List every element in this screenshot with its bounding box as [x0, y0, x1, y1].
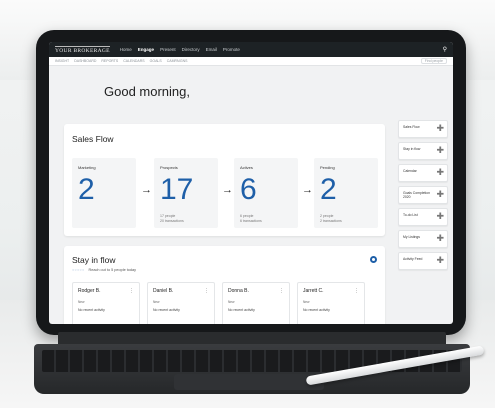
stage-pending[interactable]: Pending 2 2 people 2 transactions [314, 158, 378, 228]
subnav-reports[interactable]: Reports [101, 59, 118, 63]
reach-out-text: Reach out to 5 people today [88, 268, 137, 272]
plus-icon[interactable]: ✚ [436, 256, 444, 265]
contact-activity: No recent activity [303, 308, 330, 312]
widget-label: My Listings [403, 235, 420, 239]
stage-label: Actives [240, 165, 253, 170]
stage-marketing[interactable]: Marketing 2 [72, 158, 136, 228]
nav-home[interactable]: Home [120, 47, 132, 52]
contact-name: Rodger B. [78, 288, 101, 294]
contact-name: Daniel B. [153, 288, 174, 294]
widget-label: Calendar [403, 169, 417, 173]
stage-count: 6 [240, 173, 257, 206]
arrow-right-icon: → [302, 184, 313, 196]
nav-engage[interactable]: Engage [138, 47, 154, 52]
widget-label: Sales Flow [403, 125, 420, 129]
stage-people: 6 people [240, 214, 254, 218]
keyboard [34, 344, 470, 394]
contact-status: New [228, 300, 235, 304]
stage-count: 17 [160, 173, 194, 206]
contact-name: Jarrett C. [303, 288, 324, 294]
sales-flow-card: Sales Flow Marketing 2 → Prospects 17 17… [64, 124, 385, 236]
plus-icon[interactable]: ✚ [436, 146, 444, 155]
contact-card[interactable]: Rodger B. ⋮ New No recent activity [72, 282, 140, 324]
widget-goals-completion[interactable]: Goals Completion 2020 ✚ [398, 186, 448, 204]
stage-label: Marketing [78, 165, 96, 170]
subnav-insight[interactable]: Insight [55, 59, 69, 63]
contact-card[interactable]: Donna B. ⋮ New No recent activity [222, 282, 290, 324]
sales-flow-title: Sales Flow [72, 134, 114, 144]
stay-in-flow-subtitle: ○○○○○ Reach out to 5 people today [72, 268, 136, 272]
stay-in-flow-card: Stay in flow ○○○○○ Reach out to 5 people… [64, 246, 385, 324]
tablet-device: YOUR BROKERAGE Home Engage Present Direc… [36, 30, 466, 335]
brand-logo: YOUR BROKERAGE [55, 45, 110, 54]
contact-card[interactable]: Jarrett C. ⋮ New No recent activity [297, 282, 365, 324]
contact-activity: No recent activity [153, 308, 180, 312]
contact-status: New [78, 300, 85, 304]
stage-label: Prospects [160, 165, 178, 170]
widget-label: Goals Completion 2020 [403, 191, 430, 200]
contact-activity: No recent activity [78, 308, 105, 312]
progress-dots: ○○○○○ [72, 268, 85, 272]
gear-icon[interactable] [370, 256, 377, 263]
widget-label: Stay in flow [403, 147, 421, 151]
stage-count: 2 [78, 173, 95, 206]
widget-label: Activity Feed [403, 257, 423, 261]
find-people-search[interactable]: Find people [420, 58, 447, 64]
widget-sidebar: Sales Flow ✚ Stay in flow ✚ Calendar ✚ G… [398, 120, 448, 274]
contact-activity: No recent activity [228, 308, 255, 312]
widget-to-do-list[interactable]: To-do List ✚ [398, 208, 448, 226]
subnav-goals[interactable]: Goals [150, 59, 162, 63]
stage-label: Pending [320, 165, 335, 170]
stay-in-flow-title: Stay in flow [72, 255, 116, 265]
nav-directory[interactable]: Directory [182, 47, 200, 52]
nav-email[interactable]: Email [206, 47, 217, 52]
widget-activity-feed[interactable]: Activity Feed ✚ [398, 252, 448, 270]
more-vertical-icon[interactable]: ⋮ [279, 288, 284, 294]
stage-transactions: 6 transactions [240, 219, 262, 223]
tablet-screen: YOUR BROKERAGE Home Engage Present Direc… [49, 42, 453, 324]
more-vertical-icon[interactable]: ⋮ [204, 288, 209, 294]
nav-promote[interactable]: Promote [223, 47, 240, 52]
stage-people: 2 people [320, 214, 334, 218]
stage-transactions: 2 transactions [320, 219, 342, 223]
stage-transactions: 20 transactions [160, 219, 184, 223]
subnav-dashboard[interactable]: Dashboard [74, 59, 96, 63]
sub-navigation-bar: Insight Dashboard Reports Calendars Goal… [49, 57, 453, 66]
plus-icon[interactable]: ✚ [436, 212, 444, 221]
widget-label: To-do List [403, 213, 418, 217]
widget-sales-flow[interactable]: Sales Flow ✚ [398, 120, 448, 138]
more-vertical-icon[interactable]: ⋮ [354, 288, 359, 294]
widget-my-listings[interactable]: My Listings ✚ [398, 230, 448, 248]
contact-status: New [303, 300, 310, 304]
subnav-campaigns[interactable]: Campaigns [167, 59, 188, 63]
contact-status: New [153, 300, 160, 304]
widget-stay-in-flow[interactable]: Stay in flow ✚ [398, 142, 448, 160]
search-icon[interactable]: ⚲ [443, 46, 447, 53]
widget-calendar[interactable]: Calendar ✚ [398, 164, 448, 182]
trackpad [174, 374, 324, 390]
stage-actives[interactable]: Actives 6 6 people 6 transactions [234, 158, 298, 228]
plus-icon[interactable]: ✚ [436, 234, 444, 243]
contact-card[interactable]: Daniel B. ⋮ New No recent activity [147, 282, 215, 324]
stage-count: 2 [320, 173, 337, 206]
arrow-right-icon: → [222, 184, 233, 196]
top-navigation-bar: YOUR BROKERAGE Home Engage Present Direc… [49, 42, 453, 57]
contact-name: Donna B. [228, 288, 249, 294]
nav-present[interactable]: Present [160, 47, 176, 52]
plus-icon[interactable]: ✚ [436, 168, 444, 177]
stage-people: 17 people [160, 214, 176, 218]
subnav-calendars[interactable]: Calendars [123, 59, 144, 63]
stage-prospects[interactable]: Prospects 17 17 people 20 transactions [154, 158, 218, 228]
arrow-right-icon: → [141, 184, 152, 196]
plus-icon[interactable]: ✚ [436, 190, 444, 199]
more-vertical-icon[interactable]: ⋮ [129, 288, 134, 294]
greeting-heading: Good morning, [104, 84, 190, 99]
plus-icon[interactable]: ✚ [436, 124, 444, 133]
